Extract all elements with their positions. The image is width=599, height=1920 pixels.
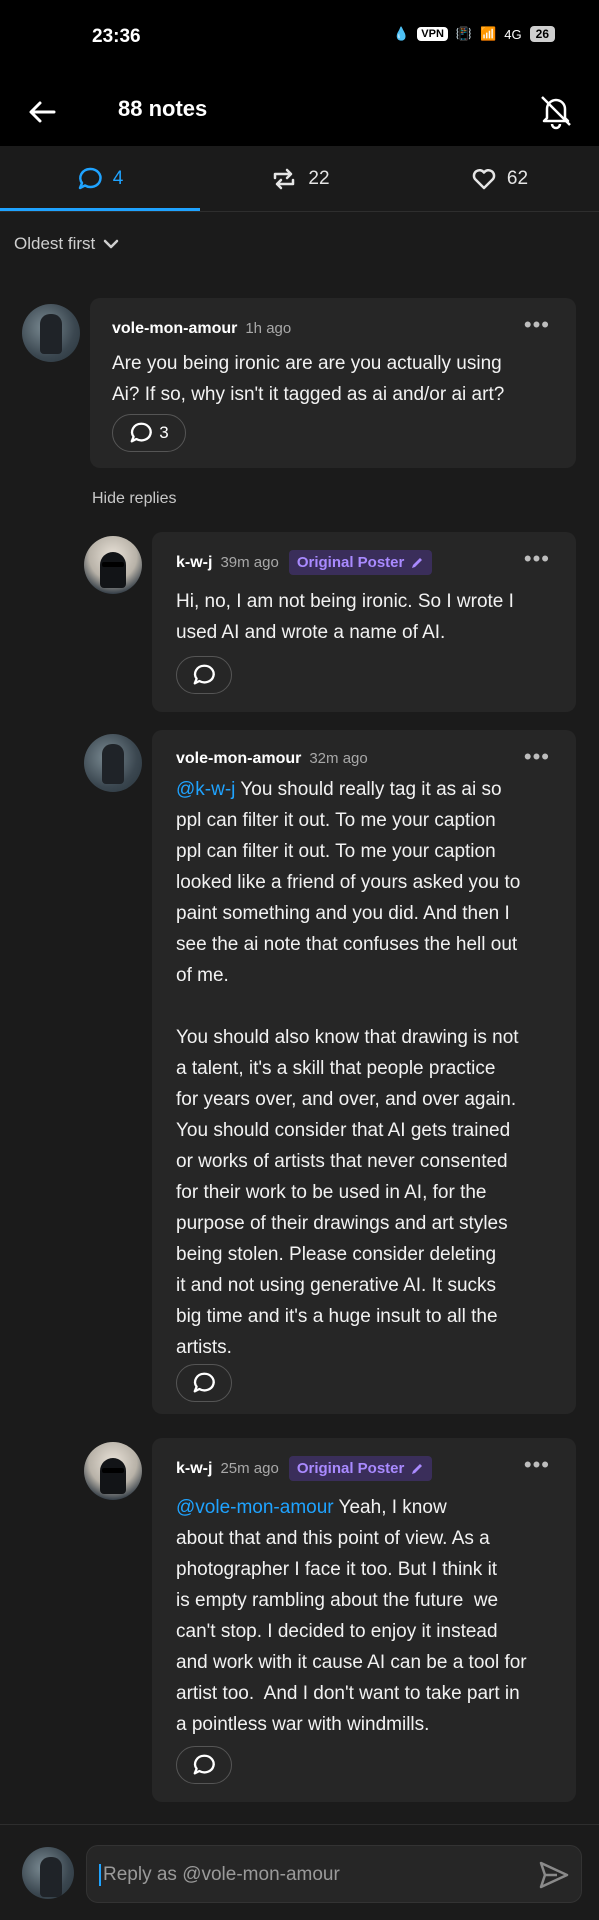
comment-card: vole-mon-amour 1h ago ••• Are you being i…	[90, 298, 576, 468]
page-title: 88 notes	[118, 96, 208, 121]
more-options-icon[interactable]: •••	[524, 546, 550, 572]
comment-card: k-w-j 25m ago Original Poster ••• @vole-m…	[152, 1438, 576, 1802]
avatar[interactable]	[22, 304, 80, 362]
reply-button[interactable]	[176, 1746, 232, 1784]
badge-label: Original Poster	[296, 1460, 405, 1477]
tab-reblogs[interactable]: 22	[200, 146, 400, 212]
send-icon[interactable]	[537, 1858, 571, 1892]
comment-body: Are you being ironic are are you actuall…	[112, 353, 505, 405]
badge-label: Original Poster	[296, 554, 405, 571]
avatar[interactable]	[84, 1442, 142, 1500]
reply-placeholder: Reply as @vole-mon-amour	[99, 1864, 340, 1886]
more-options-icon[interactable]: •••	[524, 1452, 550, 1478]
reply-button[interactable]	[176, 656, 232, 694]
likes-count: 62	[506, 168, 529, 189]
pencil-icon	[412, 1463, 423, 1474]
status-time: 23:36	[92, 26, 141, 47]
original-poster-badge: Original Poster	[288, 550, 433, 575]
comment-card: vole-mon-amour 32m ago ••• @k-w-j You sho…	[152, 730, 576, 1414]
data-saver-icon: 💧	[393, 26, 410, 41]
comment-header: k-w-j 25m ago Original Poster	[176, 1456, 433, 1481]
reply-input[interactable]: Reply as @vole-mon-amour	[86, 1845, 582, 1903]
comment-header: k-w-j 39m ago Original Poster	[176, 550, 433, 575]
timestamp: 1h ago	[245, 320, 292, 337]
active-tab-indicator	[0, 208, 200, 211]
timestamp: 25m ago	[220, 1460, 279, 1477]
vibrate-icon: 📳	[455, 26, 473, 41]
avatar	[22, 1847, 74, 1899]
vpn-badge: VPN	[417, 27, 448, 41]
system-icons: 💧 VPN 📳 📶 4G 26	[393, 26, 555, 42]
comment-icon	[193, 1754, 215, 1775]
battery-indicator: 26	[529, 26, 555, 42]
status-bar: 23:36 💧 VPN 📳 📶 4G 26	[0, 0, 599, 78]
reply-composer: Reply as @vole-mon-amour	[0, 1824, 599, 1920]
back-arrow-icon[interactable]	[22, 92, 62, 132]
notes-tabs: 4 22 62	[0, 146, 599, 212]
comment-body: @vole-mon-amour Yeah, I know about that …	[176, 1492, 568, 1740]
notifications-off-icon[interactable]	[535, 90, 577, 132]
pencil-icon	[412, 557, 423, 568]
more-options-icon[interactable]: •••	[524, 744, 550, 770]
mention-link[interactable]: @k-w-j	[176, 779, 235, 800]
comment-icon	[193, 664, 215, 685]
tab-comments[interactable]: 4	[0, 146, 200, 212]
comment-header: vole-mon-amour 1h ago	[112, 320, 291, 338]
reply-button[interactable]	[176, 1364, 232, 1402]
timestamp: 39m ago	[220, 554, 279, 571]
heart-icon	[472, 168, 496, 190]
app-header: 88 notes	[0, 78, 599, 146]
reply-count: 3	[159, 423, 169, 442]
comment-text: Yeah, I know about that and this point o…	[176, 1497, 527, 1735]
comment-icon	[78, 167, 102, 190]
username[interactable]: k-w-j	[176, 554, 212, 572]
comment-body: @k-w-j You should really tag it as ai so…	[176, 774, 568, 1363]
chevron-down-icon	[104, 239, 119, 249]
reblogs-count: 22	[308, 168, 330, 189]
comment-card: k-w-j 39m ago Original Poster ••• Hi, no,…	[152, 532, 576, 712]
timestamp: 32m ago	[309, 750, 368, 767]
comment-icon	[193, 1372, 215, 1393]
wifi-icon: 📶	[480, 26, 497, 41]
tab-likes[interactable]: 62	[400, 146, 599, 212]
network-label: 4G	[504, 26, 522, 42]
sort-label: Oldest first	[14, 234, 96, 253]
username[interactable]: vole-mon-amour	[112, 320, 237, 337]
avatar[interactable]	[84, 734, 142, 792]
reblog-icon	[274, 168, 295, 190]
comment-header: vole-mon-amour 32m ago	[176, 750, 368, 768]
more-options-icon[interactable]: •••	[524, 312, 550, 338]
comment-icon	[130, 422, 153, 443]
avatar[interactable]	[84, 536, 142, 594]
username[interactable]: vole-mon-amour	[176, 750, 301, 767]
replies-button[interactable]: 3	[112, 414, 186, 452]
mention-link[interactable]: @vole-mon-amour	[176, 1497, 334, 1518]
hide-replies-link[interactable]: Hide replies	[92, 490, 176, 508]
comment-text: You should really tag it as ai so ppl ca…	[176, 779, 521, 1358]
comments-count: 4	[112, 168, 124, 189]
sort-dropdown[interactable]: Oldest first	[14, 234, 119, 254]
username[interactable]: k-w-j	[176, 1460, 212, 1478]
original-poster-badge: Original Poster	[288, 1456, 433, 1481]
comment-body: Hi, no, I am not being ironic. So I wrot…	[176, 591, 514, 643]
